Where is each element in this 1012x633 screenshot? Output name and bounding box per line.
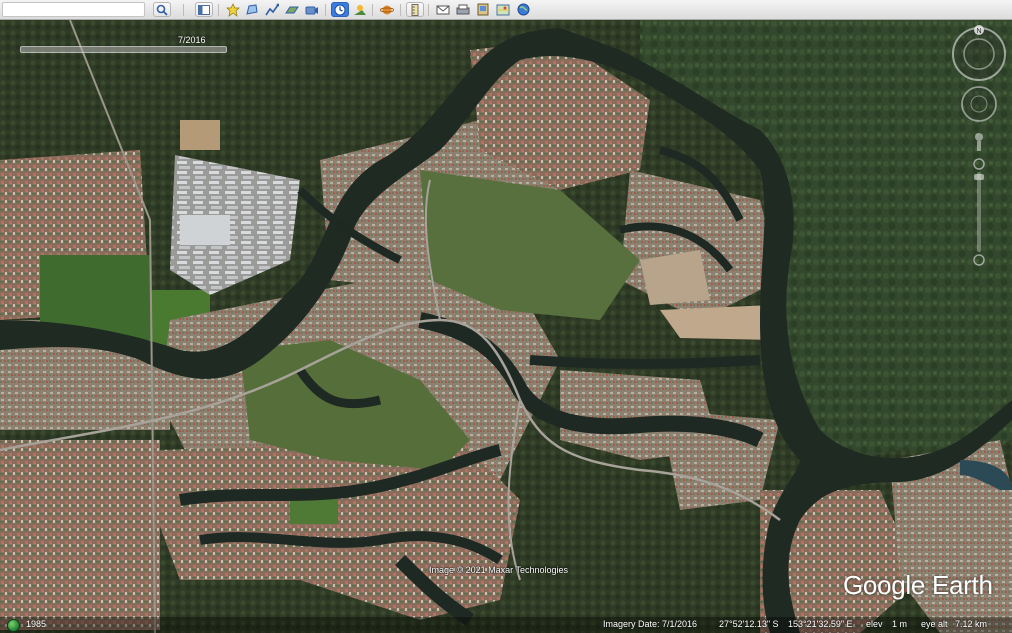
google-earth-logo: Google Earth — [843, 570, 993, 600]
view-maps-icon — [496, 4, 510, 15]
planets-button[interactable] — [378, 2, 396, 17]
move-joystick[interactable] — [961, 86, 997, 122]
path-icon — [265, 3, 279, 15]
zoom-slider-thumb[interactable] — [974, 174, 984, 180]
zoom-out-icon[interactable] — [973, 254, 985, 266]
navigation-controls-graphic[interactable]: N — [950, 24, 1008, 274]
ruler-button[interactable] — [406, 2, 424, 17]
view-maps-button[interactable] — [494, 2, 512, 17]
satellite-map[interactable] — [0, 20, 1012, 633]
sidebar-toggle-icon — [198, 4, 210, 15]
toolbar — [0, 0, 1012, 20]
zoom-in-icon[interactable] — [973, 158, 985, 170]
image-overlay-icon — [285, 6, 299, 13]
status-bar — [0, 617, 1012, 633]
look-joystick[interactable] — [952, 27, 1006, 81]
path-button[interactable] — [263, 2, 281, 17]
latitude-readout: 27°52'12.13" S — [719, 619, 779, 629]
record-tour-button[interactable] — [303, 2, 321, 17]
print-icon — [456, 4, 470, 14]
save-image-button[interactable] — [474, 2, 492, 17]
search-icon — [156, 4, 168, 16]
email-icon — [436, 5, 450, 14]
print-button[interactable] — [454, 2, 472, 17]
placemark-icon — [226, 2, 240, 17]
satellite-imagery[interactable] — [0, 20, 1012, 633]
time-slider-track[interactable] — [20, 46, 227, 53]
placemark-button[interactable] — [224, 2, 242, 17]
eye-altitude-value: 7.12 km — [955, 619, 988, 629]
eye-altitude-label: eye alt — [921, 619, 948, 629]
historical-imagery-button[interactable] — [331, 2, 349, 17]
navigation-controls[interactable]: N — [950, 24, 1008, 274]
image-overlay-button[interactable] — [283, 2, 301, 17]
polygon-button[interactable] — [243, 2, 261, 17]
earth-gallery-button[interactable] — [514, 2, 532, 17]
ruler-icon — [411, 3, 419, 16]
search-button[interactable] — [153, 2, 171, 17]
search-input[interactable] — [2, 2, 145, 17]
elevation-label: elev — [866, 619, 883, 629]
pegman-icon[interactable] — [975, 133, 983, 141]
status-year: 1985 — [26, 619, 47, 629]
earth-gallery-icon — [517, 3, 529, 16]
imagery-attribution: Image © 2021 Maxar Technologies — [429, 565, 569, 575]
sunlight-icon — [354, 4, 366, 15]
sunlight-button[interactable] — [351, 2, 369, 17]
historical-time-slider[interactable]: 7/2016 — [20, 35, 227, 54]
save-image-icon — [477, 3, 489, 16]
longitude-readout: 153°21'32.59" E — [788, 619, 853, 629]
planets-icon — [380, 5, 394, 14]
historical-imagery-icon — [334, 4, 346, 15]
sidebar-toggle-button[interactable] — [195, 2, 213, 17]
elevation-value: 1 m — [892, 619, 908, 629]
globe-icon — [7, 619, 20, 632]
polygon-icon — [246, 3, 258, 15]
record-tour-icon — [305, 6, 318, 14]
time-slider-label: 7/2016 — [178, 35, 206, 45]
imagery-date: Imagery Date: 7/1/2016 — [603, 619, 698, 629]
email-button[interactable] — [434, 2, 452, 17]
zoom-slider[interactable] — [977, 172, 981, 252]
north-label: N — [976, 28, 981, 35]
